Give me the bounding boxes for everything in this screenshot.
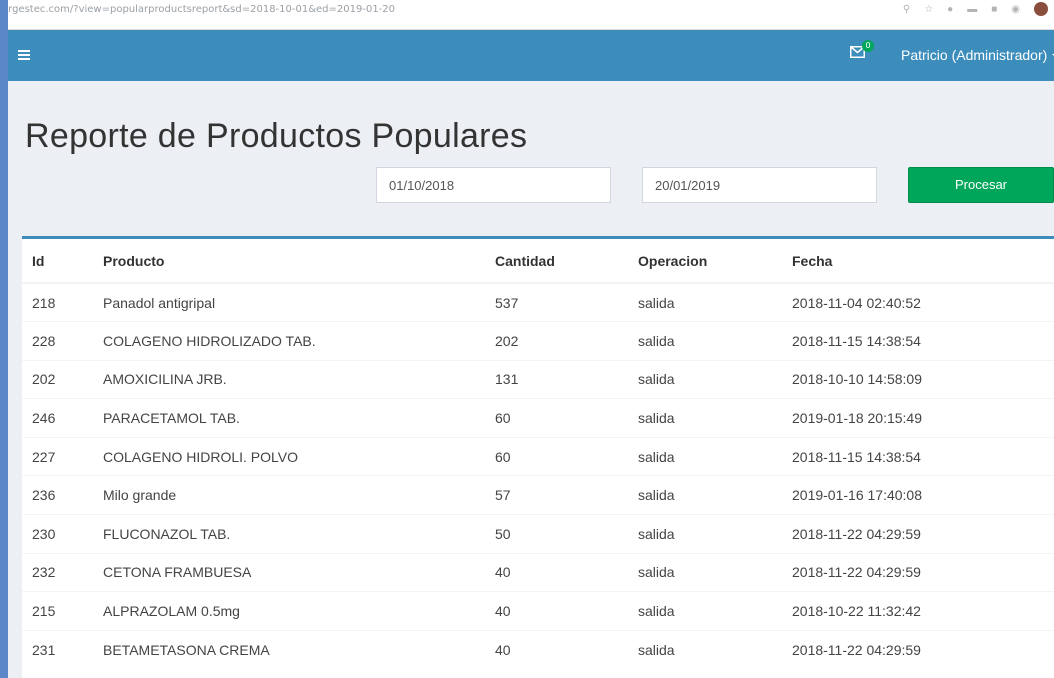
cell-id: 231 [22,629,93,669]
cell-producto: ALPRAZOLAM 0.5mg [93,591,485,631]
cell-producto: PARACETAMOL TAB. [93,398,485,438]
cell-fecha: 2018-10-22 11:32:42 [782,591,1054,631]
report-table-box: Id Producto Cantidad Operacion Fecha 218… [22,236,1054,678]
cell-operacion: salida [628,591,782,631]
user-menu[interactable]: Patricio (Administrador) [901,47,1054,63]
browser-url[interactable]: ergestec.com/?view=popularproductsreport… [2,4,395,15]
table-row: 218 Panadol antigripal 537 salida 2018-1… [22,282,1054,322]
browser-address-bar: ergestec.com/?view=popularproductsreport… [0,0,1054,30]
cell-operacion: salida [628,359,782,399]
cell-producto: COLAGENO HIDROLI. POLVO [93,436,485,476]
cell-id: 228 [22,321,93,361]
cell-producto: AMOXICILINA JRB. [93,359,485,399]
extension-icon[interactable]: ● [947,4,953,15]
table-row: 228 COLAGENO HIDROLIZADO TAB. 202 salida… [22,321,1054,361]
table-row: 215 ALPRAZOLAM 0.5mg 40 salida 2018-10-2… [22,591,1054,631]
header-producto: Producto [93,239,485,284]
cell-cantidad: 202 [485,321,628,361]
header-operacion: Operacion [628,239,782,284]
cell-id: 202 [22,359,93,399]
cell-id: 215 [22,591,93,631]
cell-operacion: salida [628,282,782,322]
cell-cantidad: 60 [485,398,628,438]
window-left-edge [0,0,8,678]
table-row: 227 COLAGENO HIDROLI. POLVO 60 salida 20… [22,436,1054,476]
top-navbar: 0 Patricio (Administrador) [8,30,1054,81]
extension-icon[interactable]: ◉ [1011,4,1020,15]
cell-producto: COLAGENO HIDROLIZADO TAB. [93,321,485,361]
user-name: Patricio (Administrador) [901,47,1048,63]
cell-fecha: 2018-11-22 04:29:59 [782,514,1054,554]
cell-fecha: 2019-01-18 20:15:49 [782,398,1054,438]
hamburger-menu-icon[interactable] [14,43,38,67]
start-date-input[interactable] [376,167,611,203]
table-row: 230 FLUCONAZOL TAB. 50 salida 2018-11-22… [22,514,1054,554]
cell-operacion: salida [628,475,782,515]
table-row: 231 BETAMETASONA CREMA 40 salida 2018-11… [22,629,1054,669]
browser-profile-avatar[interactable] [1034,2,1048,16]
cell-fecha: 2018-11-22 04:29:59 [782,552,1054,592]
cell-operacion: salida [628,552,782,592]
end-date-input[interactable] [642,167,877,203]
messages-button[interactable]: 0 [850,40,874,66]
messages-count-badge: 0 [862,40,874,52]
cell-cantidad: 537 [485,282,628,322]
process-button[interactable]: Procesar [908,167,1054,203]
cell-fecha: 2018-10-10 14:58:09 [782,359,1054,399]
cell-fecha: 2018-11-15 14:38:54 [782,436,1054,476]
cell-operacion: salida [628,436,782,476]
cell-fecha: 2019-01-16 17:40:08 [782,475,1054,515]
cell-cantidad: 131 [485,359,628,399]
header-cantidad: Cantidad [485,239,628,284]
cell-cantidad: 40 [485,629,628,669]
cell-cantidad: 40 [485,591,628,631]
cell-producto: BETAMETASONA CREMA [93,629,485,669]
browser-toolbar-icons: ⚲ ☆ ● ▬ ■ ◉ [903,2,1048,16]
cell-operacion: salida [628,629,782,669]
header-fecha: Fecha [782,239,1054,284]
cell-operacion: salida [628,514,782,554]
cell-cantidad: 50 [485,514,628,554]
cell-id: 246 [22,398,93,438]
cell-producto: Milo grande [93,475,485,515]
table-row: 232 CETONA FRAMBUESA 40 salida 2018-11-2… [22,552,1054,592]
cell-cantidad: 40 [485,552,628,592]
star-icon[interactable]: ☆ [924,4,933,15]
cell-id: 230 [22,514,93,554]
cell-id: 236 [22,475,93,515]
cell-id: 232 [22,552,93,592]
cell-fecha: 2018-11-15 14:38:54 [782,321,1054,361]
cell-cantidad: 60 [485,436,628,476]
cell-cantidad: 57 [485,475,628,515]
cell-id: 218 [22,282,93,322]
table-row: 202 AMOXICILINA JRB. 131 salida 2018-10-… [22,359,1054,399]
cell-id: 227 [22,436,93,476]
extension-icon[interactable]: ■ [991,4,997,15]
table-row: 246 PARACETAMOL TAB. 60 salida 2019-01-1… [22,398,1054,438]
cell-fecha: 2018-11-22 04:29:59 [782,629,1054,669]
cell-producto: CETONA FRAMBUESA [93,552,485,592]
cell-producto: FLUCONAZOL TAB. [93,514,485,554]
cell-producto: Panadol antigripal [93,282,485,322]
cell-operacion: salida [628,321,782,361]
table-header-row: Id Producto Cantidad Operacion Fecha [22,239,1054,284]
table-row: 236 Milo grande 57 salida 2019-01-16 17:… [22,475,1054,515]
zoom-icon[interactable]: ⚲ [903,4,910,15]
report-table: Id Producto Cantidad Operacion Fecha 218… [22,239,1054,669]
cell-fecha: 2018-11-04 02:40:52 [782,282,1054,322]
page-title: Reporte de Productos Populares [25,117,528,155]
extension-icon[interactable]: ▬ [967,4,977,15]
header-id: Id [22,239,93,284]
cell-operacion: salida [628,398,782,438]
